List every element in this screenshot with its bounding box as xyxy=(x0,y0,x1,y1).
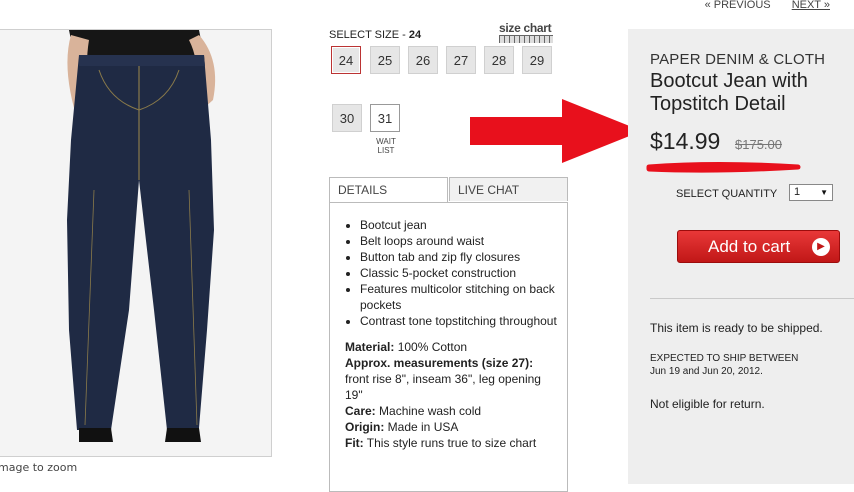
spec-value: This style runs true to size chart xyxy=(363,436,537,450)
size-option-25[interactable]: 25 xyxy=(370,46,400,74)
size-option-24[interactable]: 24 xyxy=(331,46,361,74)
red-arrow-annotation xyxy=(470,99,642,163)
shipping-window: EXPECTED TO SHIP BETWEEN Jun 19 and Jun … xyxy=(650,352,840,378)
zoom-hint: mage to zoom xyxy=(0,461,78,474)
sale-price: $14.99 xyxy=(650,128,721,154)
next-link[interactable]: NEXT » xyxy=(792,0,830,11)
feature-list: Bootcut jean Belt loops around waist But… xyxy=(330,217,567,329)
shipping-window-dates: Jun 19 and Jun 20, 2012. xyxy=(650,366,763,377)
add-to-cart-button[interactable]: Add to cart ▶ xyxy=(677,230,840,263)
spec-row: Origin: Made in USA xyxy=(345,419,557,435)
size-option-28[interactable]: 28 xyxy=(484,46,514,74)
spec-key: Fit: xyxy=(345,436,364,450)
waitlist-label: WAIT LIST xyxy=(376,137,396,155)
spec-list: Material: 100% Cotton Approx. measuremen… xyxy=(345,339,557,451)
shipping-status: This item is ready to be shipped. xyxy=(650,321,823,335)
spec-key: Origin: xyxy=(345,420,385,434)
spec-row: Care: Machine wash cold xyxy=(345,403,557,419)
spec-value: front rise 8", inseam 36", leg opening 1… xyxy=(345,372,541,402)
quantity-value: 1 xyxy=(794,186,801,198)
list-item: Classic 5-pocket construction xyxy=(360,265,567,281)
spec-row: Fit: This style runs true to size chart xyxy=(345,435,557,451)
pager: « PREVIOUS NEXT » xyxy=(705,0,830,11)
quantity-select[interactable]: 1 ▼ xyxy=(789,184,833,201)
tab-details[interactable]: DETAILS xyxy=(329,177,448,203)
list-item: Bootcut jean xyxy=(360,217,567,233)
product-title: Bootcut Jean with Topstitch Detail xyxy=(650,70,808,115)
spec-key: Material: xyxy=(345,340,395,354)
size-option-31[interactable]: 31 xyxy=(370,104,400,132)
spec-value: Machine wash cold xyxy=(375,404,482,418)
size-option-30[interactable]: 30 xyxy=(332,104,362,132)
spec-value: 100% Cotton xyxy=(394,340,468,354)
size-chart-link[interactable]: size chart xyxy=(499,21,553,43)
size-label-prefix: SELECT SIZE - xyxy=(329,29,409,41)
list-item: Belt loops around waist xyxy=(360,233,567,249)
size-option-29[interactable]: 29 xyxy=(522,46,552,74)
quantity-label: SELECT QUANTITY xyxy=(676,188,778,200)
spec-row: Approx. measurements (size 27): front ri… xyxy=(345,355,557,403)
list-item: Features multicolor stitching on back po… xyxy=(360,281,567,313)
spec-key: Approx. measurements (size 27): xyxy=(345,356,534,370)
red-underline-annotation xyxy=(646,162,801,173)
spec-row: Material: 100% Cotton xyxy=(345,339,557,355)
size-option-26[interactable]: 26 xyxy=(408,46,438,74)
product-image[interactable] xyxy=(0,29,272,457)
return-policy: Not eligible for return. xyxy=(650,397,765,411)
chevron-down-icon: ▼ xyxy=(820,188,828,197)
selected-size: 24 xyxy=(408,29,422,41)
play-arrow-icon: ▶ xyxy=(812,238,830,256)
size-option-27[interactable]: 27 xyxy=(446,46,476,74)
details-panel: Bootcut jean Belt loops around waist But… xyxy=(329,202,568,492)
size-label: SELECT SIZE - 24 xyxy=(329,29,421,41)
add-to-cart-label: Add to cart xyxy=(708,237,791,256)
spec-value: Made in USA xyxy=(384,420,459,434)
brand-name: PAPER DENIM & CLOTH xyxy=(650,51,826,68)
ruler-icon xyxy=(499,35,553,43)
list-item: Contrast tone topstitching throughout xyxy=(360,313,567,329)
size-chart-label: size chart xyxy=(499,21,552,35)
tab-live-chat[interactable]: LIVE CHAT xyxy=(449,177,568,201)
jeans-model-illustration xyxy=(0,30,271,456)
list-item: Button tab and zip fly closures xyxy=(360,249,567,265)
spec-key: Care: xyxy=(345,404,376,418)
original-price: $175.00 xyxy=(735,137,782,152)
shipping-window-title: EXPECTED TO SHIP BETWEEN xyxy=(650,353,799,364)
divider xyxy=(650,298,854,299)
previous-link[interactable]: « PREVIOUS xyxy=(705,0,771,11)
